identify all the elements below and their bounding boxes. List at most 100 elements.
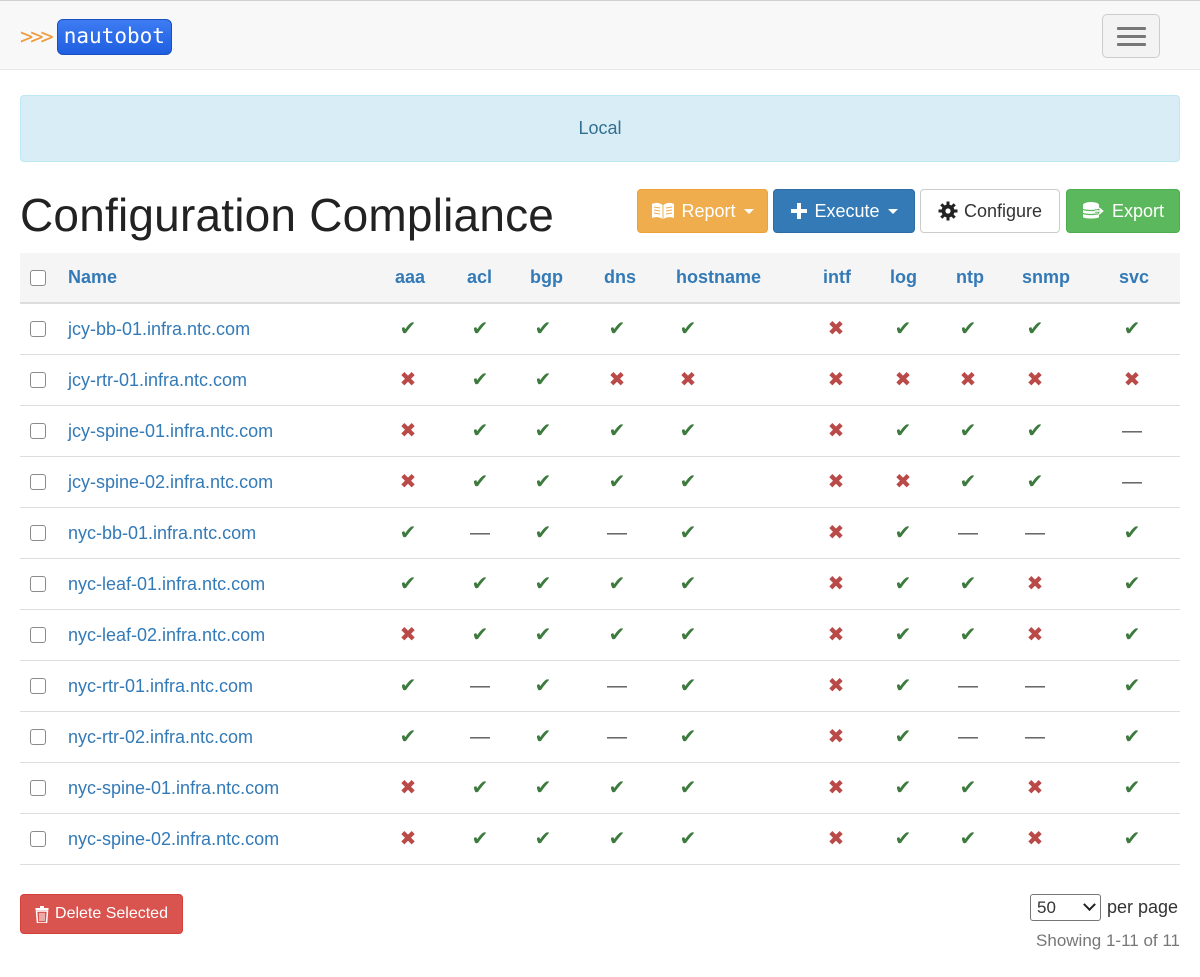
row-checkbox[interactable] <box>30 423 46 439</box>
x-icon: ✖ <box>827 318 845 340</box>
dash-icon: — <box>607 726 627 748</box>
row-checkbox-cell <box>30 406 46 456</box>
check-icon: ✔ <box>399 726 417 748</box>
check-icon: ✔ <box>1123 573 1141 595</box>
check-icon: ✔ <box>959 318 977 340</box>
device-name-cell: nyc-leaf-02.infra.ntc.com <box>68 610 265 660</box>
device-name-link[interactable]: nyc-bb-01.infra.ntc.com <box>68 523 256 544</box>
x-icon: ✖ <box>827 777 845 799</box>
trash-icon <box>35 905 49 923</box>
column-header-hostname[interactable]: hostname <box>676 253 761 302</box>
device-name-link[interactable]: jcy-rtr-01.infra.ntc.com <box>68 370 247 391</box>
x-icon: ✖ <box>827 420 845 442</box>
check-icon: ✔ <box>534 369 552 391</box>
table-header: Name aaa acl bgp dns hostname intf log ntp snmp s… <box>20 253 1180 304</box>
column-header-snmp[interactable]: snmp <box>1022 253 1070 302</box>
export-button-label: Export <box>1111 200 1165 221</box>
check-icon: ✔ <box>608 777 626 799</box>
export-button[interactable]: Export <box>1066 189 1180 233</box>
row-checkbox[interactable] <box>30 474 46 490</box>
select-all-checkbox-cell <box>30 253 46 302</box>
dash-icon: — <box>607 522 627 544</box>
column-header-log[interactable]: log <box>890 253 917 302</box>
device-name-link[interactable]: nyc-spine-01.infra.ntc.com <box>68 778 279 799</box>
row-checkbox-cell <box>30 304 46 354</box>
device-name-link[interactable]: jcy-spine-01.infra.ntc.com <box>68 421 273 442</box>
per-page-select[interactable]: 50 <box>1030 894 1101 921</box>
row-checkbox[interactable] <box>30 576 46 592</box>
check-icon: ✔ <box>1123 828 1141 850</box>
select-all-checkbox[interactable] <box>30 269 46 286</box>
device-name-link[interactable]: jcy-bb-01.infra.ntc.com <box>68 319 250 340</box>
device-name-link[interactable]: nyc-leaf-01.infra.ntc.com <box>68 574 265 595</box>
row-checkbox[interactable] <box>30 372 46 388</box>
device-name-link[interactable]: jcy-spine-02.infra.ntc.com <box>68 472 273 493</box>
row-checkbox[interactable] <box>30 678 46 694</box>
row-checkbox[interactable] <box>30 525 46 541</box>
check-icon: ✔ <box>679 777 697 799</box>
dash-icon: — <box>607 675 627 697</box>
x-icon: ✖ <box>608 369 626 391</box>
row-checkbox[interactable] <box>30 321 46 337</box>
brand-logo[interactable]: >>> nautobot <box>20 19 172 55</box>
check-icon: ✔ <box>608 318 626 340</box>
report-button[interactable]: Report <box>637 189 768 233</box>
pagination-summary: Showing 1-11 of 11 <box>1036 931 1180 950</box>
execute-button[interactable]: Execute <box>773 189 915 233</box>
row-checkbox-cell <box>30 610 46 660</box>
x-icon: ✖ <box>894 471 912 493</box>
column-header-dns[interactable]: dns <box>604 253 636 302</box>
row-checkbox[interactable] <box>30 729 46 745</box>
check-icon: ✔ <box>894 420 912 442</box>
column-header-bgp[interactable]: bgp <box>530 253 563 302</box>
row-checkbox-cell <box>30 712 46 762</box>
dash-icon: — <box>958 726 978 748</box>
banner-text: Local <box>578 118 622 138</box>
x-icon: ✖ <box>1026 777 1044 799</box>
check-icon: ✔ <box>679 471 697 493</box>
device-name-link[interactable]: nyc-leaf-02.infra.ntc.com <box>68 625 265 646</box>
x-icon: ✖ <box>679 369 697 391</box>
check-icon: ✔ <box>534 624 552 646</box>
row-checkbox[interactable] <box>30 780 46 796</box>
plus-icon <box>791 203 808 219</box>
check-icon: ✔ <box>471 573 489 595</box>
row-checkbox[interactable] <box>30 627 46 643</box>
device-name-link[interactable]: nyc-rtr-02.infra.ntc.com <box>68 727 253 748</box>
x-icon: ✖ <box>1026 828 1044 850</box>
x-icon: ✖ <box>399 624 417 646</box>
table-row: jcy-spine-02.infra.ntc.com ✖ ✔ ✔ ✔ ✔ ✖ ✖ ✔ ✔ — <box>20 457 1180 508</box>
device-name-link[interactable]: nyc-rtr-01.infra.ntc.com <box>68 676 253 697</box>
row-checkbox-cell <box>30 763 46 813</box>
dash-icon: — <box>1122 420 1142 442</box>
column-header-aaa[interactable]: aaa <box>395 253 425 302</box>
check-icon: ✔ <box>534 522 552 544</box>
delete-selected-button[interactable]: Delete Selected <box>20 894 183 934</box>
per-page-label: per page <box>1107 897 1179 917</box>
check-icon: ✔ <box>894 318 912 340</box>
check-icon: ✔ <box>471 369 489 391</box>
x-icon: ✖ <box>959 369 977 391</box>
column-header-ntp[interactable]: ntp <box>956 253 984 302</box>
column-header-acl[interactable]: acl <box>467 253 492 302</box>
column-header-intf[interactable]: intf <box>823 253 851 302</box>
table-row: jcy-spine-01.infra.ntc.com ✖ ✔ ✔ ✔ ✔ ✖ ✔ ✔ ✔ — <box>20 406 1180 457</box>
x-icon: ✖ <box>1123 369 1141 391</box>
book-open-icon <box>652 202 675 219</box>
table-row: nyc-rtr-02.infra.ntc.com ✔ — ✔ — ✔ ✖ ✔ — — ✔ <box>20 712 1180 763</box>
row-checkbox[interactable] <box>30 831 46 847</box>
hamburger-icon <box>1116 26 1146 30</box>
column-header-name[interactable]: Name <box>68 253 117 302</box>
column-header-label: bgp <box>530 267 563 287</box>
device-name-link[interactable]: nyc-spine-02.infra.ntc.com <box>68 829 279 850</box>
dash-icon: — <box>1025 675 1045 697</box>
configure-button[interactable]: Configure <box>920 189 1060 233</box>
device-name-cell: nyc-bb-01.infra.ntc.com <box>68 508 256 558</box>
column-header-svc[interactable]: svc <box>1119 253 1149 302</box>
check-icon: ✔ <box>894 726 912 748</box>
menu-toggle-button[interactable] <box>1102 14 1160 58</box>
x-icon: ✖ <box>399 828 417 850</box>
check-icon: ✔ <box>679 318 697 340</box>
check-icon: ✔ <box>894 675 912 697</box>
check-icon: ✔ <box>1026 471 1044 493</box>
